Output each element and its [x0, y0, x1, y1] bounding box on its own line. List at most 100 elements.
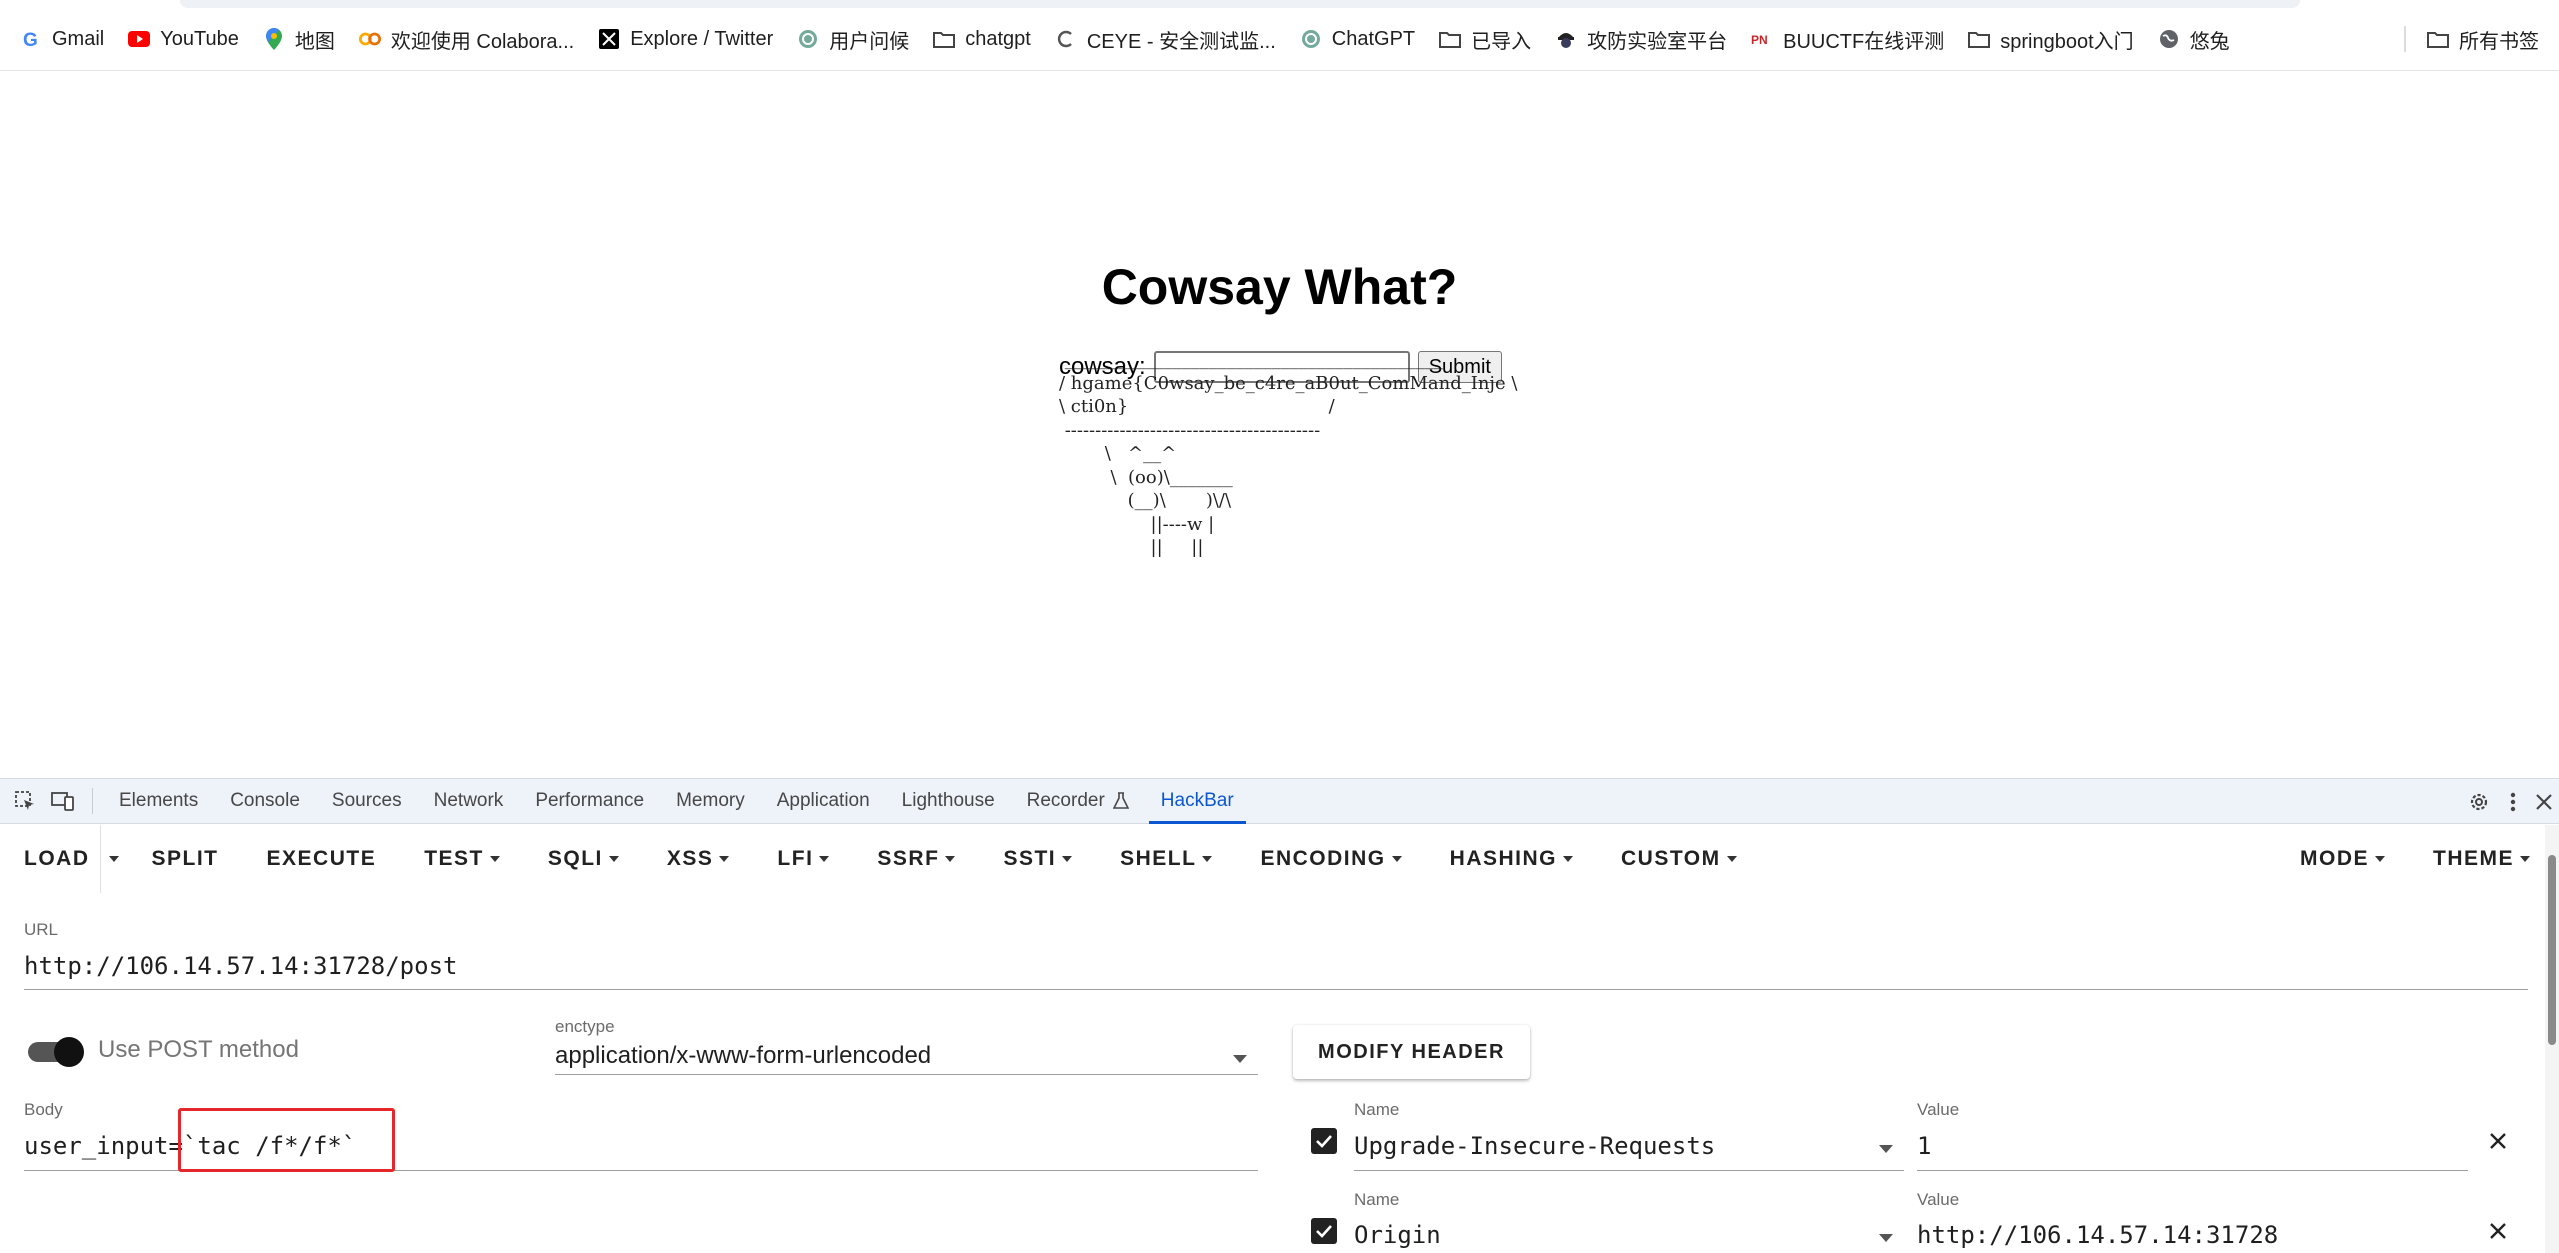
- enctype-select[interactable]: application/x-www-form-urlencoded: [555, 1042, 931, 1070]
- menu-test[interactable]: TEST: [400, 825, 524, 893]
- bookmark-buuctf[interactable]: PN BUUCTF在线评测: [1739, 24, 1956, 54]
- header-value-underline: [1917, 1170, 2468, 1171]
- scrollbar-thumb[interactable]: [2548, 855, 2556, 1045]
- menu-theme[interactable]: THEME: [2409, 825, 2540, 893]
- menu-lfi[interactable]: LFI: [753, 825, 853, 893]
- highlight-annotation: [178, 1108, 395, 1172]
- load-dropdown-button[interactable]: [99, 825, 128, 893]
- body-label: Body: [24, 1100, 63, 1119]
- menu-shell[interactable]: SHELL: [1096, 825, 1236, 893]
- cowsay-output: ________________________________________…: [1059, 349, 1518, 558]
- menu-hashing[interactable]: HASHING: [1426, 825, 1597, 893]
- all-bookmarks[interactable]: 所有书签: [2415, 24, 2551, 54]
- more-options-icon[interactable]: [2509, 791, 2517, 813]
- bookmark-ceye[interactable]: CEYE - 安全测试监...: [1043, 24, 1288, 54]
- inspect-element-icon[interactable]: [12, 788, 38, 814]
- tab-hackbar[interactable]: HackBar: [1145, 779, 1250, 824]
- chevron-down-icon: [1062, 856, 1073, 862]
- tab-lighthouse[interactable]: Lighthouse: [886, 779, 1011, 824]
- load-label: LOAD: [24, 847, 90, 870]
- bookmark-chatgpt[interactable]: ChatGPT: [1288, 24, 1427, 54]
- bookmark-folder-chatgpt[interactable]: chatgpt: [921, 24, 1043, 54]
- menu-theme-label: THEME: [2433, 847, 2514, 870]
- menu-sqli-label: SQLI: [547, 847, 603, 870]
- page-title: Cowsay What?: [1101, 259, 1458, 315]
- menu-ssrf-label: SSRF: [877, 847, 940, 870]
- all-bookmarks-button[interactable]: 所有书签: [2415, 24, 2551, 54]
- header-value-input[interactable]: 1: [1917, 1132, 1931, 1160]
- settings-gear-icon[interactable]: [2467, 790, 2491, 814]
- url-input[interactable]: http://106.14.57.14:31728/post: [24, 952, 457, 980]
- header-name-input[interactable]: Origin: [1354, 1221, 1441, 1249]
- folder-icon: [1439, 28, 1462, 50]
- split-button[interactable]: SPLIT: [128, 825, 243, 893]
- remove-header-icon[interactable]: [2488, 1221, 2508, 1241]
- url-underline: [24, 989, 2528, 990]
- menu-mode-label: MODE: [2300, 847, 2369, 870]
- menu-encoding-label: ENCODING: [1260, 847, 1386, 870]
- menu-encoding[interactable]: ENCODING: [1236, 825, 1425, 893]
- chevron-down-icon: [1879, 1145, 1893, 1153]
- colab-icon: [358, 28, 381, 50]
- folder-icon: [1968, 28, 1991, 50]
- header-value-input[interactable]: http://106.14.57.14:31728: [1917, 1221, 2278, 1249]
- tab-network[interactable]: Network: [418, 779, 520, 824]
- bookmark-folder-imported[interactable]: 已导入: [1427, 24, 1543, 54]
- buuctf-icon: PN: [1751, 28, 1773, 50]
- bookmark-youtube[interactable]: YouTube: [116, 24, 251, 54]
- tab-recorder-label: Recorder: [1026, 790, 1105, 811]
- maps-icon: [263, 28, 285, 50]
- device-toolbar-icon[interactable]: [50, 788, 76, 814]
- menu-ssti[interactable]: SSTI: [979, 825, 1096, 893]
- chevron-down-icon: [1563, 856, 1573, 862]
- menu-sqli[interactable]: SQLI: [524, 825, 643, 893]
- tab-sources[interactable]: Sources: [316, 779, 418, 824]
- tab-console[interactable]: Console: [214, 779, 316, 824]
- hackbar-toolbar: LOAD SPLIT EXECUTE TEST SQLI XSS LFI SSR…: [0, 825, 2540, 893]
- header-name-label: Name: [1354, 1190, 1400, 1209]
- chevron-down-icon: [945, 856, 956, 862]
- header-value-label: Value: [1917, 1190, 1960, 1209]
- bookmark-separator: [2404, 26, 2406, 52]
- menu-ssrf[interactable]: SSRF: [853, 825, 979, 893]
- openai-icon: [1300, 28, 1322, 50]
- bookmarks-bar: G Gmail YouTube 地图 欢迎使用 Colabora... Expl…: [0, 0, 2559, 71]
- bookmark-folder-springboot[interactable]: springboot入门: [1956, 24, 2145, 54]
- post-method-toggle[interactable]: [24, 1035, 84, 1067]
- tab-memory[interactable]: Memory: [660, 779, 761, 824]
- address-bar-edge[interactable]: [180, 0, 2300, 8]
- header-checkbox-upgrade[interactable]: [1311, 1128, 1337, 1154]
- execute-button[interactable]: EXECUTE: [243, 825, 401, 893]
- svg-text:PN: PN: [1751, 33, 1768, 47]
- tab-recorder[interactable]: Recorder: [1011, 779, 1145, 824]
- header-checkbox-origin[interactable]: [1311, 1218, 1337, 1244]
- bookmark-maps[interactable]: 地图: [251, 24, 347, 54]
- menu-hashing-label: HASHING: [1449, 847, 1557, 870]
- menu-custom[interactable]: CUSTOM: [1597, 825, 1761, 893]
- modify-header-button[interactable]: MODIFY HEADER: [1293, 1025, 1530, 1079]
- bookmark-colab[interactable]: 欢迎使用 Colabora...: [347, 24, 586, 54]
- bookmark-user-greeting[interactable]: 用户问候: [785, 24, 921, 54]
- menu-mode[interactable]: MODE: [2276, 825, 2409, 893]
- tab-application[interactable]: Application: [761, 779, 886, 824]
- bookmark-twitter[interactable]: Explore / Twitter: [586, 24, 785, 54]
- post-method-label: Use POST method: [98, 1036, 299, 1063]
- bookmark-youtu[interactable]: 悠兔: [2146, 24, 2242, 54]
- menu-xss-label: XSS: [666, 847, 714, 870]
- remove-header-icon[interactable]: [2488, 1131, 2508, 1151]
- hackbar-scrollbar[interactable]: [2545, 825, 2559, 1253]
- bookmark-gmail[interactable]: G Gmail: [8, 24, 116, 54]
- close-devtools-icon[interactable]: [2535, 793, 2553, 811]
- devtools-panel: Elements Console Sources Network Perform…: [0, 778, 2559, 1253]
- menu-xss[interactable]: XSS: [643, 825, 754, 893]
- chevron-down-icon: [489, 856, 500, 862]
- openai-icon: [797, 28, 819, 50]
- chevron-down-icon: [1233, 1055, 1247, 1063]
- tab-elements[interactable]: Elements: [103, 779, 214, 824]
- load-button[interactable]: LOAD: [0, 825, 114, 893]
- tab-separator: [92, 788, 93, 814]
- tab-performance[interactable]: Performance: [519, 779, 660, 824]
- bookmark-attack-defense-lab[interactable]: 攻防实验室平台: [1543, 24, 1739, 54]
- header-name-input[interactable]: Upgrade-Insecure-Requests: [1354, 1132, 1715, 1160]
- enctype-underline: [555, 1074, 1258, 1075]
